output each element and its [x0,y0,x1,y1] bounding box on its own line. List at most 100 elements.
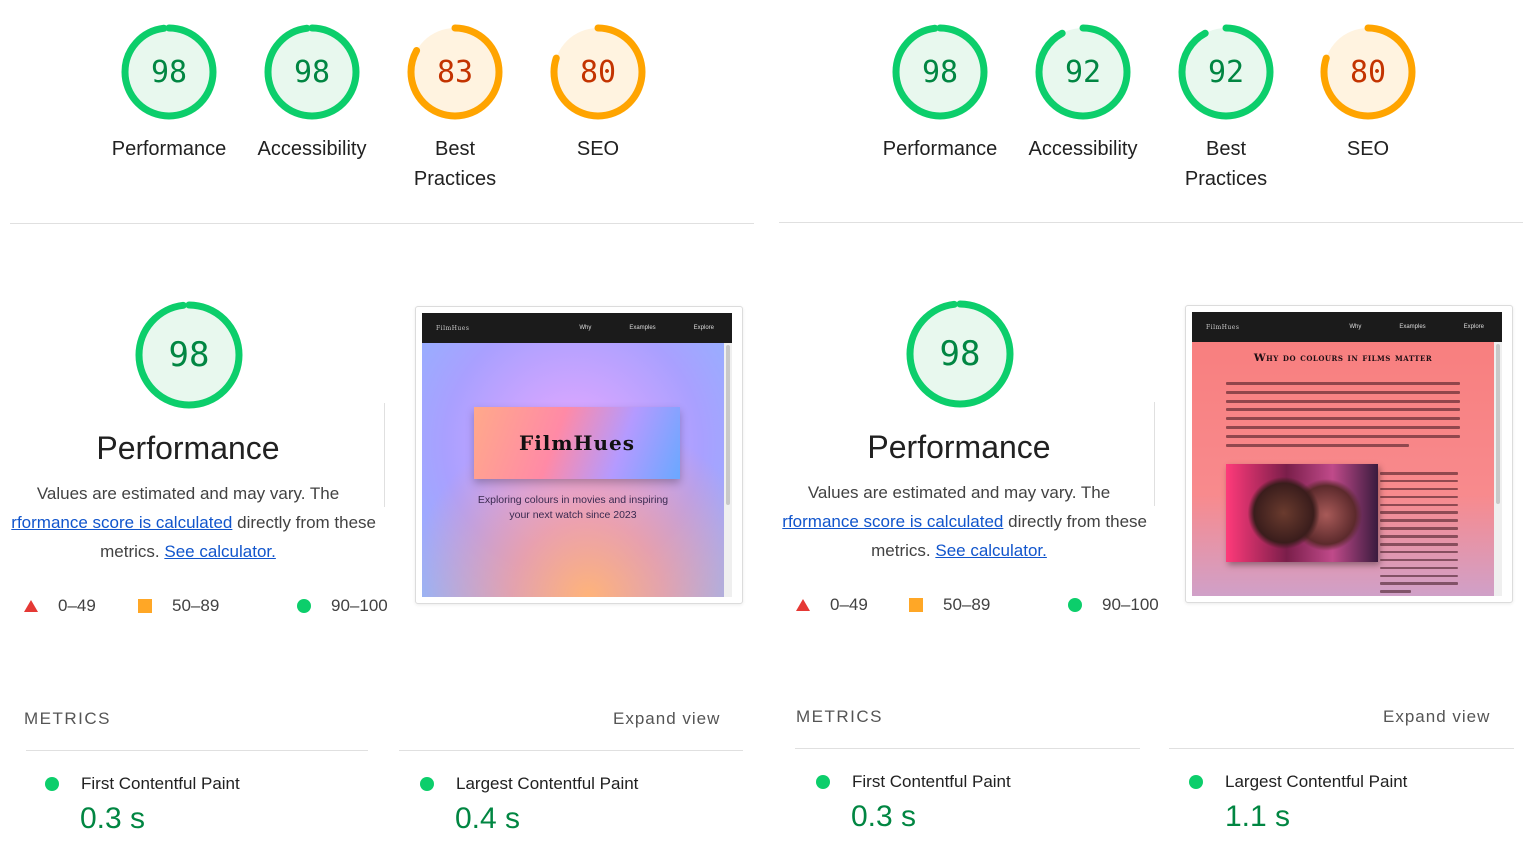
thumb-side-paragraph [1380,472,1458,596]
legend-label: 90–100 [331,596,388,615]
gauge-label: Performance [882,138,998,160]
desc-line: Values are estimated and may vary. The [36,484,340,503]
legend-fail: 0–49 [796,595,868,615]
thumb-film-still-image [1226,464,1378,562]
score-calculated-link[interactable]: rformance score is calculated [782,512,1003,531]
performance-title: Performance [96,430,280,466]
desc-text: metrics. [871,541,936,560]
metric-lcp: Largest Contentful Paint 1.1 s [1189,772,1407,834]
desc-line: metrics. See calculator. [770,536,1159,565]
metric-label: First Contentful Paint [81,774,240,793]
metric-value: 0.3 s [80,802,146,835]
square-icon [909,598,923,612]
gauge-accessibility[interactable]: 98 Accessibility [232,24,392,164]
metrics-heading: METRICS [796,707,883,726]
square-icon [138,599,152,613]
gauge-ring: 92 [1035,24,1131,120]
thumb-nav-links: Why Examples Explore [1349,324,1484,330]
thumb-paragraph [1226,382,1460,452]
metric-name: Largest Contentful Paint [1189,772,1407,792]
gauge-score: 80 [579,54,617,90]
gauge-score: 98 [921,54,959,90]
metric-value: 0.3 s [851,800,917,833]
report-left: 98 Performance 98 Accessibility 83 Best … [0,0,764,852]
desc-line: metrics. See calculator. [0,537,388,566]
performance-title: Performance [867,429,1051,465]
gauge-score: 80 [1349,54,1387,90]
legend-average: 50–89 [138,596,219,616]
vertical-divider [384,403,385,507]
metric-name: First Contentful Paint [45,774,240,794]
legend-label: 0–49 [830,595,868,614]
performance-gauge: 98 [905,299,1015,409]
metric-name: Largest Contentful Paint [420,774,638,794]
thumb-scrollbar [724,343,732,597]
gauge-seo[interactable]: 80 SEO [518,24,678,164]
thumb-scrollbar [1494,342,1502,596]
metric-divider [399,750,743,751]
performance-description: Values are estimated and may vary. The r… [770,478,1159,565]
circle-icon [45,777,59,791]
thumb-hero-title: FilmHues [474,407,680,479]
gauge-label: SEO [1346,138,1390,160]
thumb-subtitle-line: Exploring colours in movies and inspirin… [477,494,669,506]
performance-score: 98 [168,335,210,375]
gauge-ring: 80 [1320,24,1416,120]
gauge-label: Performance [111,138,227,160]
gauge-best-practices[interactable]: 92 Best Practices [1146,24,1306,194]
gauge-ring: 98 [264,24,360,120]
legend-label: 90–100 [1102,595,1159,614]
thumb-navbar: FilmHues Why Examples Explore [422,313,732,343]
metric-label: Largest Contentful Paint [1225,772,1408,791]
gauge-seo[interactable]: 80 SEO [1288,24,1448,164]
gauge-score: 92 [1207,54,1245,90]
metric-value: 0.4 s [455,802,521,835]
gauge-label-line: Practices [1184,168,1268,190]
metric-divider [1169,748,1514,749]
screenshot-image: FilmHues Why Examples Explore Why do col… [1192,312,1502,596]
gauge-best-practices[interactable]: 83 Best Practices [375,24,535,194]
score-calculated-link[interactable]: rformance score is calculated [11,513,232,532]
legend-pass: 90–100 [297,596,388,616]
gauge-ring: 92 [1178,24,1274,120]
final-screenshot[interactable]: FilmHues Why Examples Explore Why do col… [1185,305,1513,603]
desc-line: rformance score is calculated directly f… [0,508,388,537]
section-divider [10,223,754,224]
see-calculator-link[interactable]: See calculator. [164,542,276,561]
performance-gauge: 98 [134,300,244,410]
legend-label: 0–49 [58,596,96,615]
gauge-performance[interactable]: 98 Performance [89,24,249,164]
gauge-accessibility[interactable]: 92 Accessibility [1003,24,1163,164]
thumb-article-background: Why do colours in films matter [1192,342,1494,596]
gauge-performance[interactable]: 98 Performance [860,24,1020,164]
gauge-label-line: Best [1205,138,1247,160]
gauge-ring: 98 [892,24,988,120]
thumb-nav-links: Why Examples Explore [579,325,714,331]
metric-label: First Contentful Paint [852,772,1011,791]
thumb-brand: FilmHues [436,324,470,332]
expand-view-toggle[interactable]: Expand view [1383,707,1490,727]
performance-score: 98 [939,334,981,374]
thumb-hero-background: FilmHues Exploring colours in movies and… [422,343,724,597]
desc-line: rformance score is calculated directly f… [770,507,1159,536]
screenshot-image: FilmHues Why Examples Explore FilmHues E… [422,313,732,597]
legend-label: 50–89 [172,596,220,615]
gauge-ring: 98 [121,24,217,120]
thumb-nav-link: Examples [1399,324,1426,330]
expand-view-toggle[interactable]: Expand view [613,709,720,729]
section-divider [779,222,1523,223]
thumb-nav-link: Explore [1463,324,1484,330]
final-screenshot[interactable]: FilmHues Why Examples Explore FilmHues E… [415,306,743,604]
thumb-nav-link: Why [579,325,592,331]
thumb-brand: FilmHues [1206,323,1240,331]
gauge-score: 98 [293,54,331,90]
circle-icon [420,777,434,791]
see-calculator-link[interactable]: See calculator. [935,541,1047,560]
gauge-ring: 83 [407,24,503,120]
gauge-label: Accessibility [257,138,367,160]
gauge-score: 92 [1064,54,1102,90]
gauge-label: SEO [576,138,620,160]
metric-lcp: Largest Contentful Paint 0.4 s [420,774,638,836]
desc-line: Values are estimated and may vary. The [807,483,1111,502]
desc-text: metrics. [100,542,165,561]
